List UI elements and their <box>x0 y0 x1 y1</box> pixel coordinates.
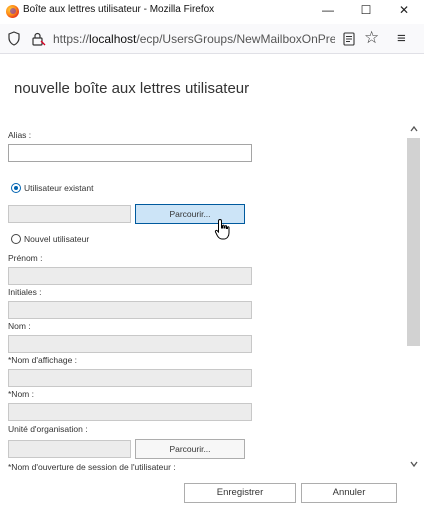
window-titlebar: Boîte aux lettres utilisateur - Mozilla … <box>0 0 424 22</box>
name-field[interactable] <box>8 403 252 421</box>
close-button[interactable]: ✕ <box>386 0 422 22</box>
maximize-button[interactable]: ☐ <box>348 0 384 22</box>
last-name-field[interactable] <box>8 335 252 353</box>
navigation-bar: https://localhost/ecp/UsersGroups/NewMai… <box>0 24 424 54</box>
scroll-up-icon[interactable] <box>408 123 420 135</box>
initials-field[interactable] <box>8 301 252 319</box>
page-title: nouvelle boîte aux lettres utilisateur <box>14 80 250 97</box>
ou-label: Unité d'organisation : <box>8 424 88 434</box>
scrollbar-thumb[interactable] <box>407 138 420 346</box>
shield-icon[interactable] <box>8 31 20 46</box>
existing-user-label: Utilisateur existant <box>24 183 94 193</box>
alias-input[interactable] <box>8 144 252 162</box>
new-user-radio[interactable]: Nouvel utilisateur <box>11 234 89 244</box>
url-host: localhost <box>89 32 137 46</box>
url-path: /ecp/UsersGroups/NewMailboxOnPrem <box>136 32 335 46</box>
existing-user-radio[interactable]: Utilisateur existant <box>11 183 93 193</box>
first-name-field[interactable] <box>8 267 252 285</box>
lock-icon[interactable] <box>30 31 46 47</box>
logon-name-label: *Nom d'ouverture de session de l'utilisa… <box>8 462 176 472</box>
initials-label: Initiales : <box>8 287 42 297</box>
url-prefix: https:// <box>53 32 90 46</box>
star-icon[interactable]: ☆ <box>364 28 379 48</box>
hamburger-menu-icon[interactable]: ≡ <box>397 29 406 49</box>
hand-cursor-icon <box>214 218 230 240</box>
window-title: Boîte aux lettres utilisateur - Mozilla … <box>23 4 215 15</box>
radio-checked-icon[interactable] <box>11 183 21 193</box>
save-button[interactable]: Enregistrer <box>184 483 296 503</box>
alias-label: Alias : <box>8 130 32 140</box>
reader-view-icon[interactable] <box>343 32 355 46</box>
last-name-label: Nom : <box>8 321 31 331</box>
form-content: Alias : Utilisateur existant Parcourir..… <box>0 120 404 472</box>
existing-user-field <box>8 205 131 223</box>
radio-unchecked-icon[interactable] <box>11 234 21 244</box>
minimize-button[interactable]: — <box>310 0 346 22</box>
scroll-down-icon[interactable] <box>408 458 420 470</box>
display-name-field[interactable] <box>8 369 252 387</box>
name-label: *Nom : <box>8 389 34 399</box>
url-field[interactable]: https://localhost/ecp/UsersGroups/NewMai… <box>53 32 335 46</box>
first-name-label: Prénom : <box>8 253 43 263</box>
browse-ou-button[interactable]: Parcourir... <box>135 439 245 459</box>
cancel-button[interactable]: Annuler <box>301 483 397 503</box>
ou-field <box>8 440 131 458</box>
firefox-logo-icon <box>6 5 19 18</box>
display-name-label: *Nom d'affichage : <box>8 355 78 365</box>
new-user-label: Nouvel utilisateur <box>24 234 90 244</box>
